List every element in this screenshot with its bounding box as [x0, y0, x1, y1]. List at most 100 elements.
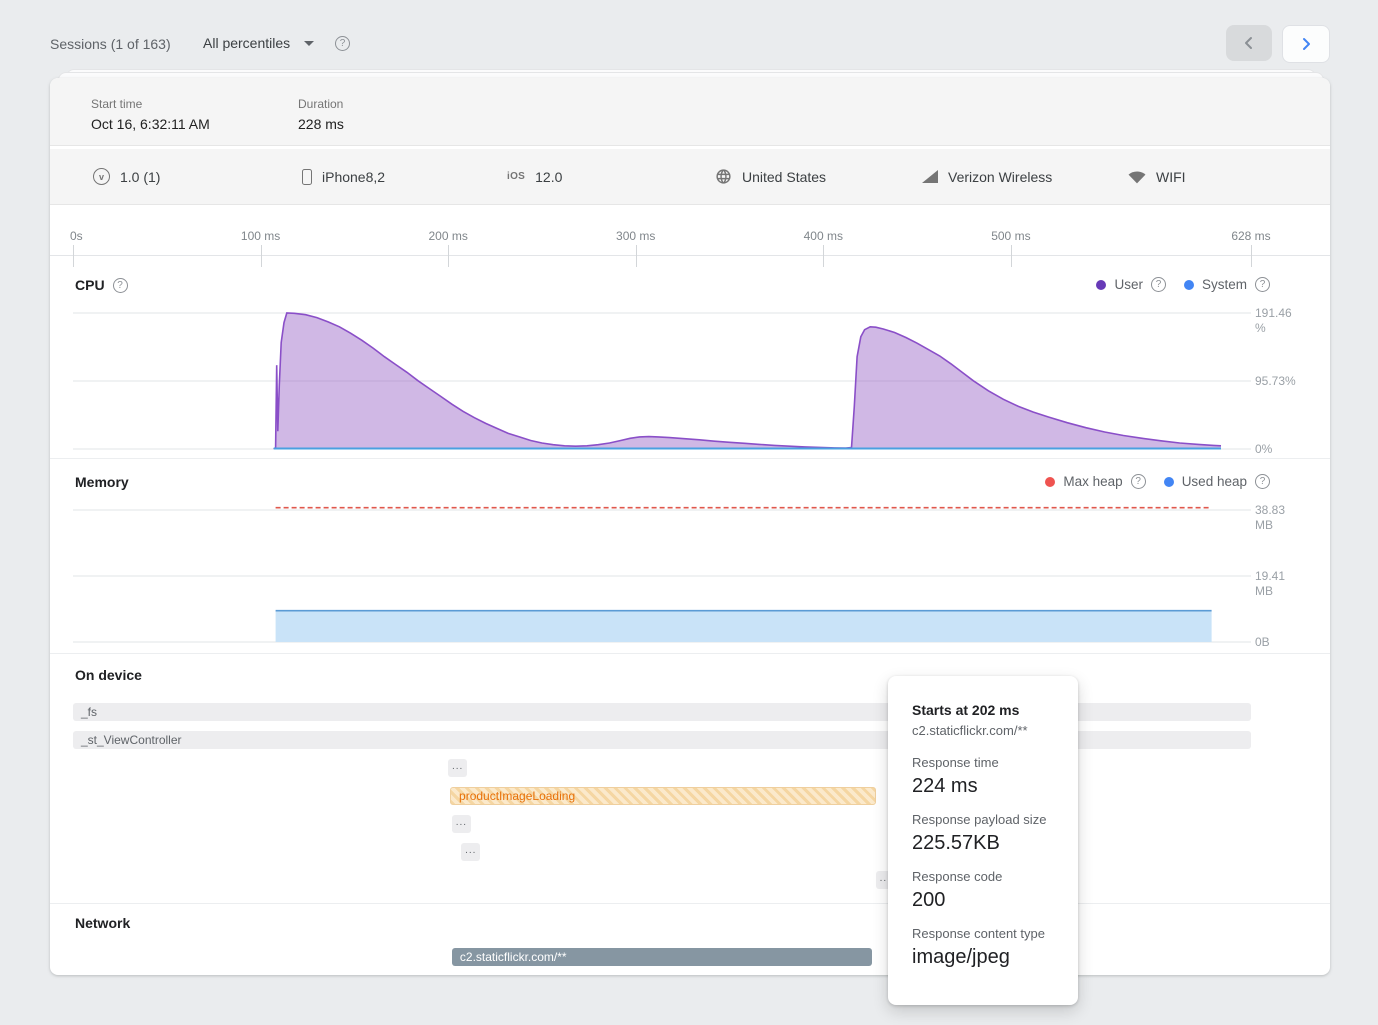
timeline-tick-label: 400 ms	[804, 229, 843, 243]
timeline-tick-label: 628 ms	[1231, 229, 1270, 243]
network-request-tooltip: Starts at 202 ms c2.staticflickr.com/** …	[888, 676, 1078, 1005]
help-icon[interactable]: ?	[113, 278, 128, 293]
legend-label: User	[1114, 277, 1143, 292]
tooltip-field-value: 224 ms	[912, 774, 1058, 799]
on-device-section: On device _fs_st_ViewController...produc…	[50, 653, 1330, 903]
y-axis-tick-label: 95.73%	[1255, 374, 1296, 389]
next-session-button[interactable]	[1282, 25, 1330, 63]
memory-y-axis-labels: 38.83MB 19.41MB 0B	[1255, 459, 1325, 653]
os-icon: iOS	[507, 171, 525, 182]
start-time-field: Start time Oct 16, 6:32:11 AM	[91, 97, 210, 132]
trace-bar-productimageloading[interactable]: productImageLoading	[450, 787, 876, 805]
timeline-tick	[448, 245, 449, 267]
memory-section-title: Memory	[75, 474, 129, 490]
collapsed-traces-button[interactable]: ...	[461, 843, 480, 861]
signal-strength-icon	[922, 170, 938, 183]
timeline-tick-label: 300 ms	[616, 229, 655, 243]
help-icon[interactable]: ?	[335, 36, 350, 51]
tooltip-field-value: image/jpeg	[912, 945, 1058, 970]
network-request-bar[interactable]: c2.staticflickr.com/**	[452, 948, 872, 966]
attribute-value: iPhone8,2	[322, 169, 385, 185]
session-info-header: Start time Oct 16, 6:32:11 AM Duration 2…	[50, 78, 1330, 146]
legend-dot	[1164, 477, 1174, 487]
tooltip-field-label: Response payload size	[912, 812, 1058, 827]
attribute-radio: WIFI	[1128, 149, 1186, 204]
previous-session-button[interactable]	[1226, 25, 1272, 61]
globe-icon	[715, 168, 732, 185]
legend-dot	[1184, 280, 1194, 290]
wifi-icon	[1128, 170, 1146, 184]
timeline-tick-label: 100 ms	[241, 229, 280, 243]
cpu-title-text: CPU	[75, 277, 105, 293]
session-attributes-row: v 1.0 (1) iPhone8,2 iOS 12.0 United Stat…	[50, 149, 1330, 205]
attribute-value: United States	[742, 169, 826, 185]
cpu-legend: User? System?	[1096, 277, 1270, 292]
help-icon[interactable]: ?	[1131, 474, 1146, 489]
tooltip-field-response-code: Response code 200	[912, 869, 1058, 913]
duration-label: Duration	[298, 97, 344, 111]
tooltip-url: c2.staticflickr.com/**	[912, 723, 1058, 738]
timeline-tick	[636, 245, 637, 267]
legend-label: System	[1202, 277, 1247, 292]
attribute-value: 12.0	[535, 169, 562, 185]
timeline-tick-label: 200 ms	[428, 229, 467, 243]
timeline-tick-label: 500 ms	[991, 229, 1030, 243]
session-detail-card: Start time Oct 16, 6:32:11 AM Duration 2…	[50, 78, 1330, 975]
tooltip-field-value: 200	[912, 888, 1058, 913]
tooltip-title: Starts at 202 ms	[912, 702, 1058, 718]
attribute-value: 1.0 (1)	[120, 169, 160, 185]
timeline-tick	[73, 245, 74, 267]
attribute-app-version: v 1.0 (1)	[93, 149, 160, 204]
legend-max-heap: Max heap?	[1045, 474, 1145, 489]
cpu-y-axis-labels: 191.46% 95.73% 0%	[1255, 256, 1325, 458]
attribute-os-version: iOS 12.0	[507, 149, 562, 204]
collapsed-traces-button[interactable]: ...	[452, 815, 471, 833]
y-axis-tick-label: 191.46%	[1255, 306, 1292, 336]
attribute-carrier: Verizon Wireless	[922, 149, 1052, 204]
percentiles-dropdown[interactable]: All percentiles	[203, 33, 314, 53]
on-device-trace-lanes: _fs_st_ViewController...productImageLoad…	[50, 654, 1330, 903]
tooltip-field-response-time: Response time 224 ms	[912, 755, 1058, 799]
memory-section: Memory Max heap? Used heap? 38.83MB 19.41M…	[50, 458, 1330, 653]
chevron-down-icon	[304, 41, 314, 46]
cpu-section: CPU ? User? System? 191.46% 95.73% 0%	[50, 256, 1330, 458]
attribute-value: Verizon Wireless	[948, 169, 1052, 185]
timeline-tick	[823, 245, 824, 267]
attribute-value: WIFI	[1156, 169, 1186, 185]
timeline-tick-label: 0s	[70, 229, 83, 243]
y-axis-tick-label: 0B	[1255, 635, 1270, 650]
memory-legend: Max heap? Used heap?	[1045, 474, 1270, 489]
tooltip-field-content-type: Response content type image/jpeg	[912, 926, 1058, 970]
attribute-device-model: iPhone8,2	[302, 149, 385, 204]
y-axis-tick-label: 0%	[1255, 442, 1272, 457]
start-time-value: Oct 16, 6:32:11 AM	[91, 116, 210, 132]
y-axis-tick-label: 38.83MB	[1255, 503, 1285, 533]
app-version-icon: v	[93, 168, 110, 185]
top-toolbar: Sessions (1 of 163) All percentiles ?	[0, 0, 1378, 70]
timeline-tick	[1011, 245, 1012, 267]
timeline-ruler: 0s 100 ms 200 ms 300 ms 400 ms 500 ms 628 ms	[50, 205, 1330, 256]
help-icon[interactable]: ?	[1151, 277, 1166, 292]
memory-title-text: Memory	[75, 474, 129, 490]
legend-dot	[1096, 280, 1106, 290]
tooltip-field-payload-size: Response payload size 225.57KB	[912, 812, 1058, 856]
network-request-lanes: c2.staticflickr.com/**	[50, 904, 1330, 975]
tooltip-field-value: 225.57KB	[912, 831, 1058, 856]
chevron-left-icon	[1242, 36, 1256, 50]
tooltip-field-label: Response code	[912, 869, 1058, 884]
timeline-tick	[261, 245, 262, 267]
legend-label: Used heap	[1182, 474, 1247, 489]
chevron-right-icon	[1299, 37, 1313, 51]
tooltip-field-label: Response content type	[912, 926, 1058, 941]
legend-user: User?	[1096, 277, 1166, 292]
tooltip-field-label: Response time	[912, 755, 1058, 770]
legend-label: Max heap	[1063, 474, 1122, 489]
duration-value: 228 ms	[298, 116, 344, 132]
legend-dot	[1045, 477, 1055, 487]
percentiles-dropdown-label: All percentiles	[203, 35, 290, 51]
attribute-country: United States	[715, 149, 826, 204]
collapsed-traces-button[interactable]: ...	[448, 759, 467, 777]
y-axis-tick-label: 19.41MB	[1255, 569, 1285, 599]
timeline-tick	[1251, 245, 1252, 267]
start-time-label: Start time	[91, 97, 210, 111]
